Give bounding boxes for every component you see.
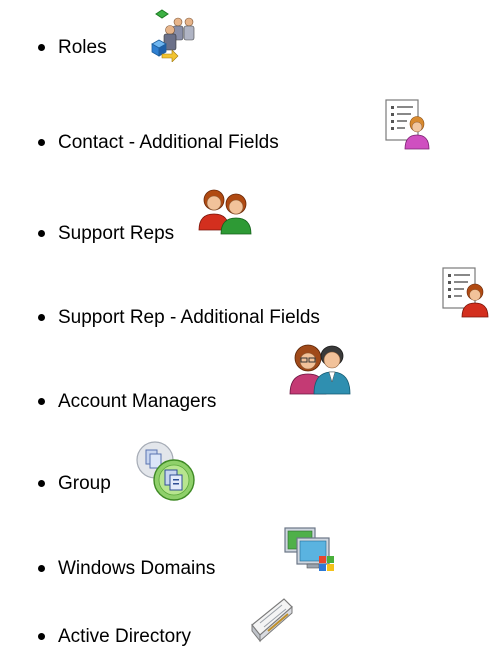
item-label: Windows Domains xyxy=(58,558,216,579)
group-icon xyxy=(131,438,199,506)
support-reps-icon xyxy=(196,186,256,236)
support-rep-fields-icon xyxy=(440,265,492,319)
contact-fields-icon xyxy=(383,97,433,151)
page: { "items": [ {"label": "Roles", "icon": … xyxy=(0,0,495,657)
item-label: Contact - Additional Fields xyxy=(58,132,279,153)
item-label: Active Directory xyxy=(58,626,192,647)
list-item-active-directory: Active Directory xyxy=(0,0,495,647)
bullet xyxy=(38,565,45,572)
active-directory-icon xyxy=(248,595,296,645)
bullet xyxy=(38,139,45,146)
windows-domains-icon xyxy=(283,526,339,574)
account-managers-icon xyxy=(288,340,352,396)
bullet xyxy=(38,230,45,237)
item-label: Account Managers xyxy=(58,391,217,412)
item-label: Support Rep - Additional Fields xyxy=(58,307,320,328)
bullet xyxy=(38,480,45,487)
item-label: Group xyxy=(58,473,111,494)
item-label: Support Reps xyxy=(58,223,175,244)
bullet xyxy=(38,633,45,640)
bullet xyxy=(38,314,45,321)
bullet xyxy=(38,398,45,405)
